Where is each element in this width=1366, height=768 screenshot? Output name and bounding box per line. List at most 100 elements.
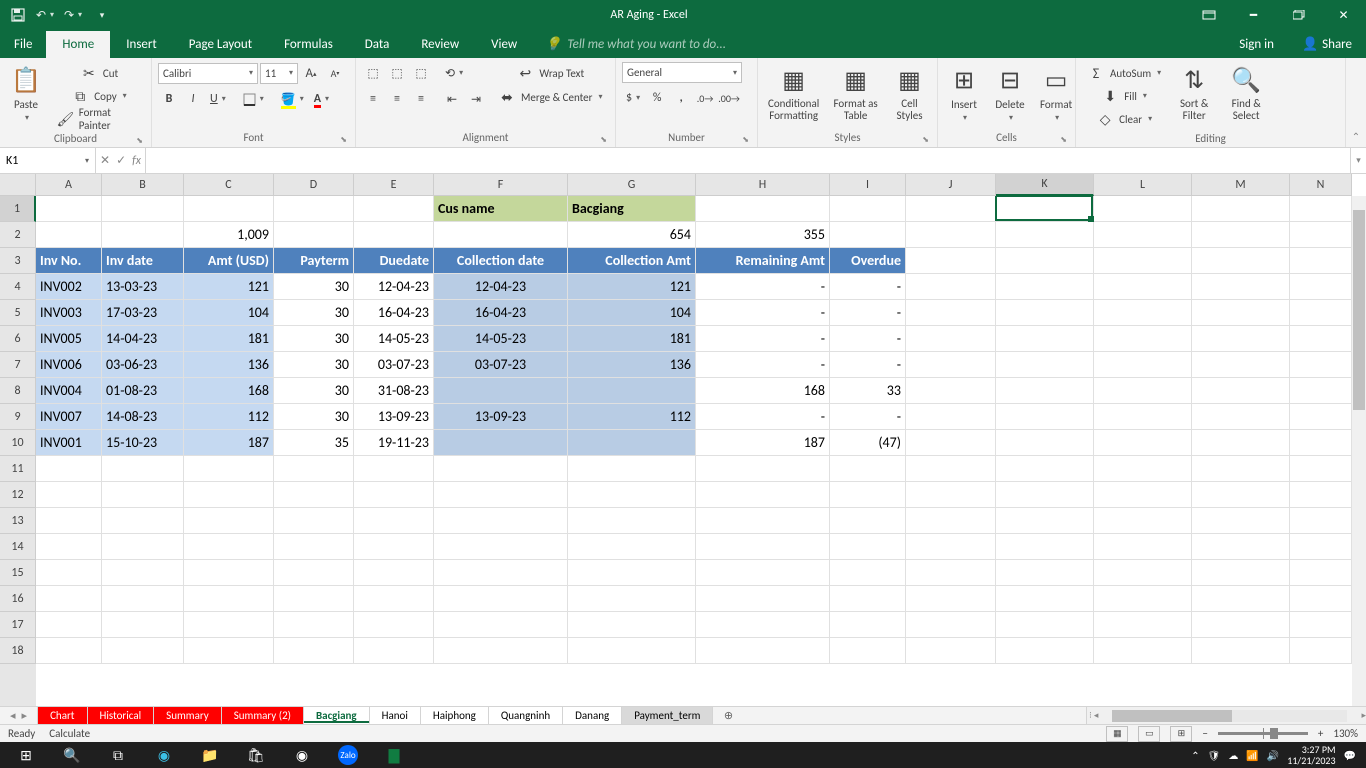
row-header-7[interactable]: 7	[0, 352, 36, 378]
col-header-L[interactable]: L	[1094, 174, 1192, 196]
cell[interactable]: Inv date	[102, 248, 184, 274]
cell[interactable]	[1094, 274, 1192, 300]
col-header-A[interactable]: A	[36, 174, 102, 196]
cell[interactable]	[1192, 300, 1290, 326]
cell[interactable]: Duedate	[354, 248, 434, 274]
cell[interactable]	[568, 560, 696, 586]
cell[interactable]: 14-05-23	[354, 326, 434, 352]
row-headers[interactable]: 123456789101112131415161718	[0, 196, 36, 706]
col-header-J[interactable]: J	[906, 174, 996, 196]
cell[interactable]	[36, 612, 102, 638]
cell[interactable]: Bacgiang	[568, 196, 696, 222]
cell[interactable]	[274, 612, 354, 638]
cell[interactable]	[1192, 248, 1290, 274]
cell[interactable]	[1290, 456, 1352, 482]
cell[interactable]: 01-08-23	[102, 378, 184, 404]
cell[interactable]	[830, 638, 906, 664]
italic-button[interactable]: I	[182, 88, 204, 110]
row-header-12[interactable]: 12	[0, 482, 36, 508]
sheet-tab-danang[interactable]: Danang	[563, 707, 622, 724]
cell[interactable]	[906, 456, 996, 482]
maximize-icon[interactable]	[1276, 0, 1321, 30]
cell[interactable]	[274, 534, 354, 560]
cell[interactable]	[1290, 482, 1352, 508]
cell[interactable]: 168	[184, 378, 274, 404]
zalo-icon[interactable]: Zalo	[338, 745, 358, 765]
tab-review[interactable]: Review	[405, 31, 475, 58]
cell[interactable]	[568, 638, 696, 664]
cell[interactable]	[184, 612, 274, 638]
cell[interactable]	[1094, 612, 1192, 638]
cell[interactable]	[184, 534, 274, 560]
tab-insert[interactable]: Insert	[110, 31, 173, 58]
sheet-tab-payment-term[interactable]: Payment_term	[622, 707, 713, 724]
clear-button[interactable]: ◇Clear▾	[1082, 108, 1165, 130]
cell[interactable]	[568, 378, 696, 404]
insert-cells-button[interactable]: ⊞Insert▾	[944, 62, 984, 125]
cell[interactable]: -	[830, 326, 906, 352]
cell[interactable]: INV006	[36, 352, 102, 378]
cell[interactable]	[1290, 430, 1352, 456]
cell[interactable]	[354, 560, 434, 586]
cell[interactable]	[36, 222, 102, 248]
cell[interactable]	[102, 560, 184, 586]
align-left-icon[interactable]: ≡	[362, 88, 384, 110]
cell[interactable]	[354, 612, 434, 638]
tray-sound-icon[interactable]: 🔊	[1267, 749, 1279, 762]
cell[interactable]	[1192, 326, 1290, 352]
cell[interactable]	[36, 482, 102, 508]
fill-color-button[interactable]: 🪣▾	[277, 88, 308, 110]
cell[interactable]	[906, 378, 996, 404]
cell[interactable]	[434, 612, 568, 638]
cell[interactable]: 181	[568, 326, 696, 352]
font-size-select[interactable]: 11▾	[260, 63, 298, 84]
cell[interactable]	[102, 196, 184, 222]
col-header-B[interactable]: B	[102, 174, 184, 196]
col-header-E[interactable]: E	[354, 174, 434, 196]
bold-button[interactable]: B	[158, 88, 180, 110]
cell[interactable]: 16-04-23	[354, 300, 434, 326]
sheet-tab-hanoi[interactable]: Hanoi	[370, 707, 421, 724]
row-header-4[interactable]: 4	[0, 274, 36, 300]
cells-area[interactable]: Cus nameBacgiang1,009654355Inv No.Inv da…	[36, 196, 1352, 706]
cell[interactable]	[1094, 638, 1192, 664]
tab-formulas[interactable]: Formulas	[268, 31, 349, 58]
cell[interactable]	[36, 456, 102, 482]
cell[interactable]	[996, 300, 1094, 326]
font-name-select[interactable]: Calibri▾	[158, 63, 258, 84]
cell[interactable]	[1192, 404, 1290, 430]
cell[interactable]	[1192, 560, 1290, 586]
share-button[interactable]: 👤 Share	[1288, 31, 1366, 58]
cell[interactable]	[568, 586, 696, 612]
cell[interactable]: INV004	[36, 378, 102, 404]
cell[interactable]	[830, 222, 906, 248]
cell[interactable]: 121	[184, 274, 274, 300]
cell[interactable]	[354, 508, 434, 534]
cell[interactable]	[568, 482, 696, 508]
cell[interactable]	[1094, 196, 1192, 222]
underline-button[interactable]: U▾	[206, 88, 230, 110]
cell[interactable]	[274, 482, 354, 508]
cell[interactable]	[354, 456, 434, 482]
cell[interactable]: 19-11-23	[354, 430, 434, 456]
cell[interactable]	[996, 248, 1094, 274]
cell[interactable]	[274, 560, 354, 586]
cell[interactable]: 03-07-23	[354, 352, 434, 378]
tray-clock[interactable]: 3:27 PM 11/21/2023	[1287, 744, 1335, 766]
cell[interactable]: -	[696, 300, 830, 326]
cell[interactable]: Inv No.	[36, 248, 102, 274]
cell[interactable]	[996, 560, 1094, 586]
cell[interactable]: 30	[274, 274, 354, 300]
cell[interactable]	[434, 430, 568, 456]
row-header-14[interactable]: 14	[0, 534, 36, 560]
collapse-ribbon-icon[interactable]: ⌃	[1346, 58, 1366, 147]
cell[interactable]	[830, 482, 906, 508]
cell[interactable]: Overdue	[830, 248, 906, 274]
row-header-16[interactable]: 16	[0, 586, 36, 612]
row-header-5[interactable]: 5	[0, 300, 36, 326]
cell[interactable]: 33	[830, 378, 906, 404]
cell[interactable]: Remaining Amt	[696, 248, 830, 274]
col-header-N[interactable]: N	[1290, 174, 1352, 196]
cell[interactable]	[184, 196, 274, 222]
cell-styles-button[interactable]: ▦Cell Styles	[888, 62, 931, 124]
